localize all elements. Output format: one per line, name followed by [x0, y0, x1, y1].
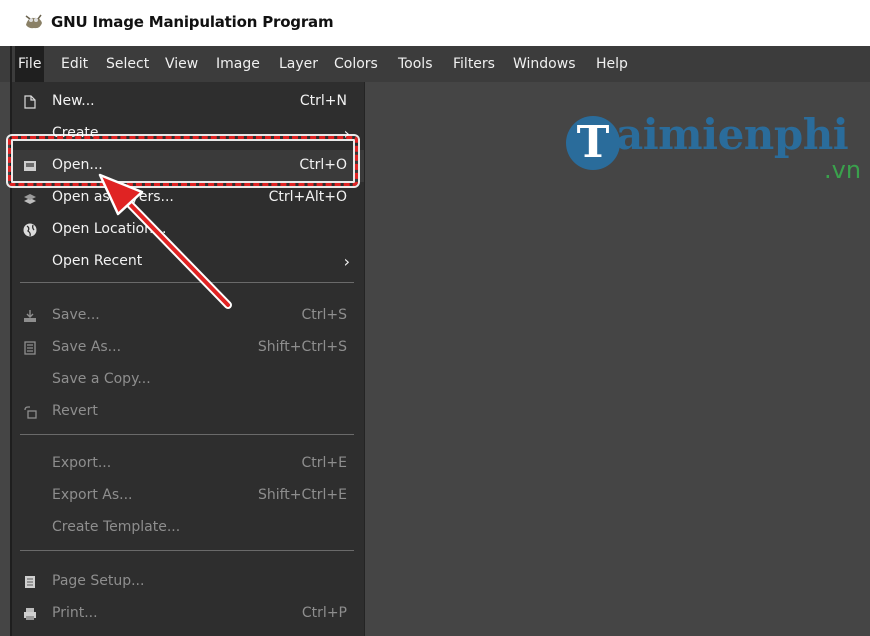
menu-item-shortcut: Ctrl+N — [299, 93, 347, 109]
menu-colors[interactable]: Colors — [331, 46, 381, 82]
printer-icon — [24, 608, 36, 620]
menu-item-export-as[interactable]: Export As... Shift+Ctrl+E — [12, 480, 364, 512]
new-document-icon — [24, 95, 36, 109]
menu-item-print[interactable]: Print... Ctrl+P — [12, 598, 364, 630]
menu-file[interactable]: File — [15, 46, 45, 82]
menu-item-label: Export As... — [52, 487, 133, 503]
window-title: GNU Image Manipulation Program — [51, 13, 334, 31]
menu-item-shortcut: Ctrl+S — [301, 307, 347, 323]
menu-image[interactable]: Image — [213, 46, 263, 82]
menu-item-shortcut: Shift+Ctrl+E — [257, 487, 347, 503]
watermark-letter: T — [566, 116, 620, 170]
menu-item-label: Save As... — [52, 339, 122, 355]
menu-separator — [20, 550, 354, 551]
menu-item-label: Save a Copy... — [52, 371, 151, 387]
menu-item-save-a-copy[interactable]: Save a Copy... — [12, 364, 364, 396]
menu-item-label: Export... — [52, 455, 112, 471]
save-as-icon — [24, 341, 36, 355]
menu-item-create-template[interactable]: Create Template... — [12, 512, 364, 544]
menu-help[interactable]: Help — [593, 46, 631, 82]
menu-item-label: Print... — [52, 605, 98, 621]
menu-filters[interactable]: Filters — [450, 46, 498, 82]
menu-item-shortcut: Shift+Ctrl+S — [257, 339, 347, 355]
menu-separator — [20, 434, 354, 435]
pointer-arrow-icon — [98, 173, 232, 309]
menu-item-shortcut: Ctrl+P — [301, 605, 347, 621]
menu-edit[interactable]: Edit — [58, 46, 91, 82]
menu-item-label: Page Setup... — [52, 573, 145, 589]
menu-tools[interactable]: Tools — [395, 46, 436, 82]
menu-select[interactable]: Select — [103, 46, 152, 82]
menu-item-label: New... — [52, 93, 95, 109]
menu-item-label: Revert — [52, 403, 98, 419]
menu-windows[interactable]: Windows — [510, 46, 579, 82]
open-as-layers-icon — [24, 194, 36, 204]
menu-item-export[interactable]: Export... Ctrl+E — [12, 448, 364, 480]
chevron-right-icon: › — [343, 252, 350, 271]
menu-item-new[interactable]: New... Ctrl+N — [12, 86, 364, 118]
menu-item-page-setup[interactable]: Page Setup... — [12, 566, 364, 598]
globe-icon — [23, 223, 37, 237]
watermark-suffix: .vn — [824, 156, 862, 184]
page-setup-icon — [25, 576, 35, 588]
watermark-logo: T aimienphi .vn — [566, 106, 870, 196]
menu-item-shortcut: Ctrl+E — [301, 455, 348, 471]
menu-item-revert[interactable]: Revert — [12, 396, 364, 428]
menu-item-label: Create Template... — [52, 519, 181, 535]
revert-icon — [24, 406, 37, 419]
title-bar: GNU Image Manipulation Program — [0, 0, 870, 46]
menu-item-save-as[interactable]: Save As... Shift+Ctrl+S — [12, 332, 364, 364]
menu-layer[interactable]: Layer — [276, 46, 321, 82]
menu-item-shortcut: Ctrl+Alt+O — [268, 189, 347, 205]
gimp-logo-icon — [25, 14, 42, 29]
watermark-text: aimienphi — [616, 110, 849, 159]
menu-view[interactable]: View — [162, 46, 201, 82]
save-icon — [24, 310, 36, 322]
